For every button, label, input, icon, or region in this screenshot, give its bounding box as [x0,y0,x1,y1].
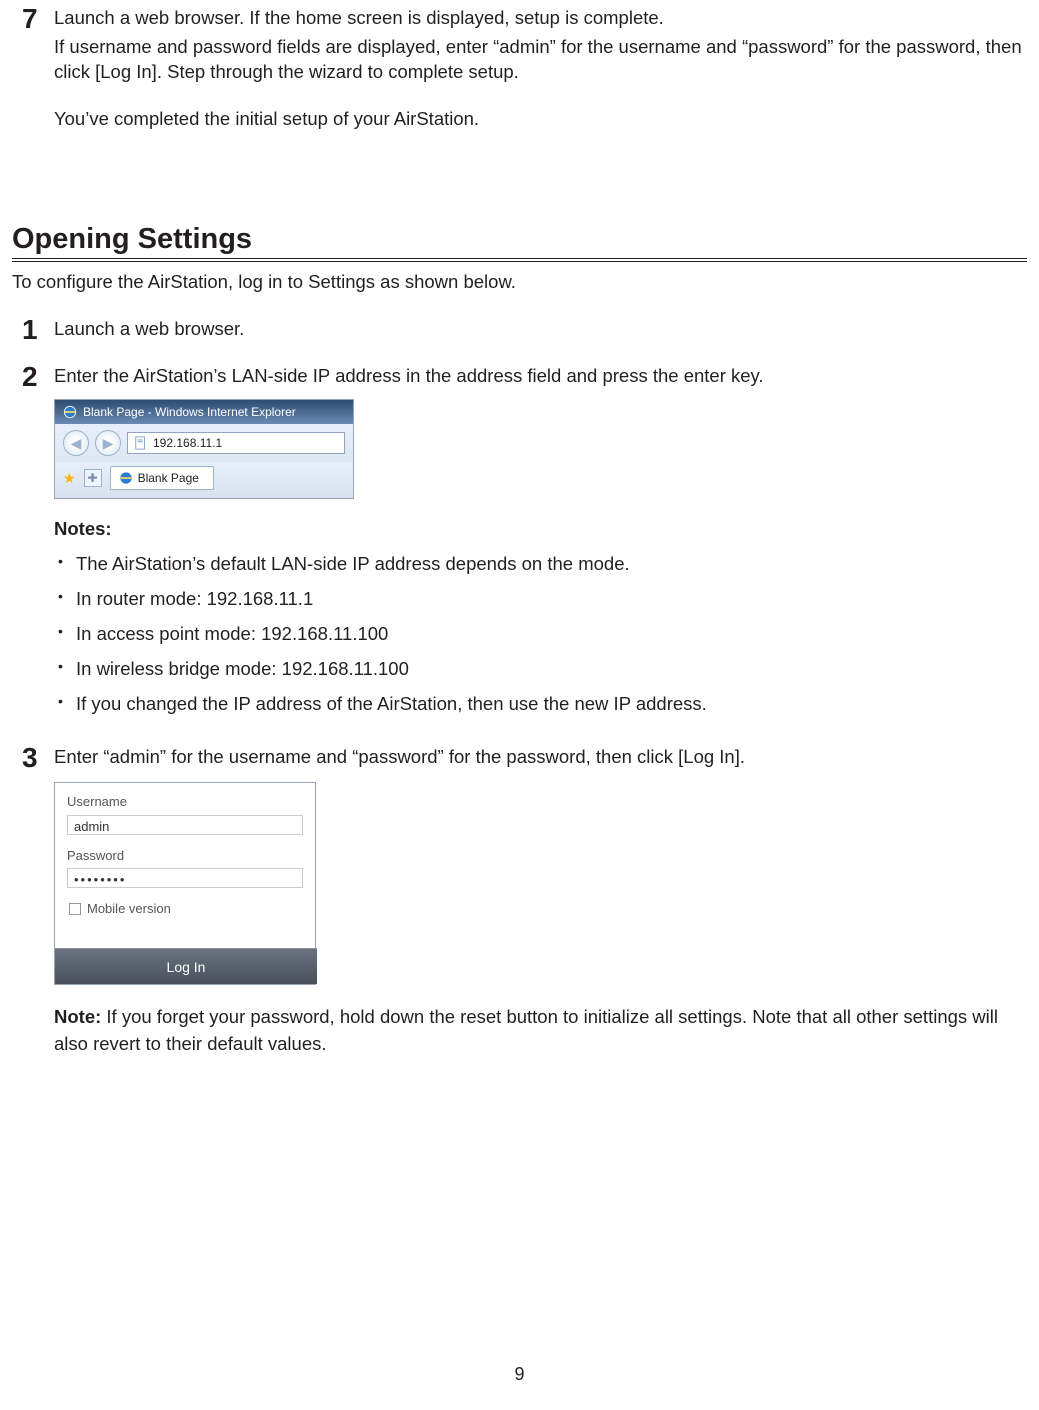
browser-title-text: Blank Page - Windows Internet Explorer [83,404,296,420]
note-item: In access point mode: 192.168.11.100 [54,622,1027,647]
back-button[interactable]: ◀ [63,430,89,456]
note-item: If you changed the IP address of the Air… [54,692,1027,717]
page-icon [134,436,148,450]
step-2: 2 Enter the AirStation’s LAN-side IP add… [12,364,1027,499]
mobile-version-label: Mobile version [87,900,171,918]
step-7: 7 Launch a web browser. If the home scre… [12,6,1027,132]
address-text: 192.168.11.1 [153,435,222,451]
ie-icon [63,405,77,419]
step-number: 3 [22,739,38,777]
step7-line2: If username and password fields are disp… [54,35,1027,85]
note-item: The AirStation’s default LAN-side IP add… [54,552,1027,577]
log-in-button[interactable]: Log In [55,948,317,984]
page-number: 9 [0,1362,1039,1386]
address-bar[interactable]: 192.168.11.1 [127,432,345,454]
password-reset-note: Note: If you forget your password, hold … [12,1003,1027,1059]
username-label: Username [67,793,303,811]
note-label: Note: [54,1006,101,1027]
step-number: 7 [22,0,38,38]
note-item: In router mode: 192.168.11.1 [54,587,1027,612]
step1-text: Launch a web browser. [54,318,244,339]
notes-label: Notes: [54,517,1027,542]
add-favorite-icon[interactable]: ✚ [84,469,102,487]
password-label: Password [67,847,303,865]
notes-block: Notes: The AirStation’s default LAN-side… [12,517,1027,717]
section-rule [12,258,1027,259]
ie-icon [119,471,133,485]
step7-line1: Launch a web browser. If the home screen… [54,6,1027,31]
step7-line3: You’ve completed the initial setup of yo… [54,107,1027,132]
tab-label: Blank Page [138,470,199,486]
checkbox-icon[interactable] [69,903,81,915]
step3-text: Enter “admin” for the username and “pass… [54,746,745,767]
forward-button[interactable]: ▶ [95,430,121,456]
note-text: If you forget your password, hold down t… [54,1006,998,1055]
password-field[interactable]: •••••••• [67,868,303,888]
favorites-icon[interactable]: ★ [63,469,76,488]
browser-tabs-row: ★ ✚ Blank Page [55,462,353,498]
browser-tab[interactable]: Blank Page [110,466,214,490]
step-number: 2 [22,358,38,396]
step2-text: Enter the AirStation’s LAN-side IP addre… [54,365,764,386]
mobile-version-row[interactable]: Mobile version [69,900,303,918]
step-number: 1 [22,311,38,349]
browser-title-bar: Blank Page - Windows Internet Explorer [55,400,353,424]
browser-screenshot: Blank Page - Windows Internet Explorer ◀… [54,399,354,499]
step-1: 1 Launch a web browser. [12,317,1027,342]
notes-list: The AirStation’s default LAN-side IP add… [54,552,1027,717]
browser-nav-row: ◀ ▶ 192.168.11.1 [55,424,353,462]
section-intro: To configure the AirStation, log in to S… [12,270,1027,295]
section-title-text: Opening Settings [12,223,252,255]
step-3: 3 Enter “admin” for the username and “pa… [12,745,1027,985]
section-heading: Opening Settings [12,220,1027,262]
note-item: In wireless bridge mode: 192.168.11.100 [54,657,1027,682]
username-field[interactable]: admin [67,815,303,835]
login-form-screenshot: Username admin Password •••••••• Mobile … [54,782,316,985]
